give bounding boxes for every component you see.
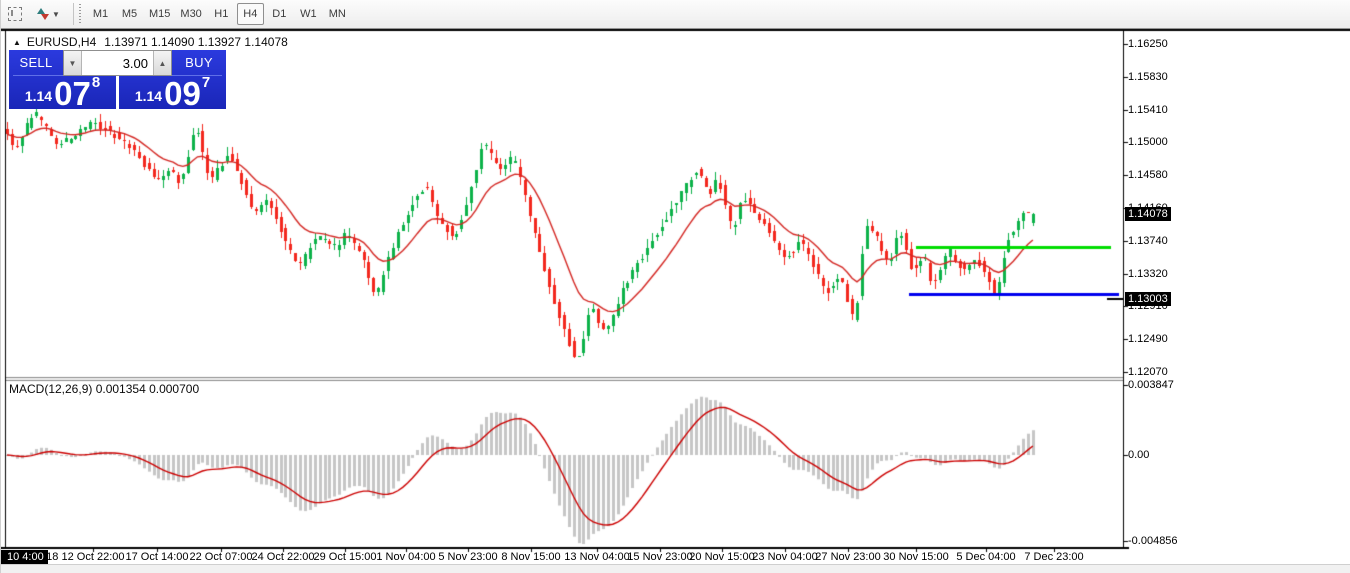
ohlc-values: 1.13971 1.14090 1.13927 1.14078 [104, 35, 288, 49]
buy-price-sup: 7 [202, 74, 210, 91]
time-axis-label: 23 Nov 04:00 [752, 551, 817, 563]
time-axis-label: 7 Dec 23:00 [1024, 551, 1083, 563]
time-axis-label: 30 Nov 15:00 [883, 551, 948, 563]
collapse-arrow-icon[interactable]: ▲ [13, 38, 21, 47]
dashed-box-icon[interactable] [2, 3, 28, 25]
status-bar [1, 564, 1350, 573]
time-axis-label: 22 Oct 07:00 [190, 551, 253, 563]
time-axis-label: 5 Dec 04:00 [956, 551, 1015, 563]
price-axis-label: 1.15410 [1128, 104, 1168, 116]
volume-input[interactable] [82, 51, 153, 75]
sell-price-prefix: 1.14 [25, 88, 52, 104]
time-axis-label: 27 Nov 23:00 [815, 551, 880, 563]
symbol-timeframe-label: EURUSD,H4 [27, 35, 96, 49]
price-axis-label: 1.13320 [1128, 268, 1168, 280]
dropdown-caret-icon: ▼ [52, 10, 60, 19]
macd-axis-label: 0.003847 [1128, 379, 1174, 391]
macd-axis-label: 0.00 [1128, 449, 1149, 461]
mt4-chart-window: ▼ M1M5M15M30H1H4D1W1MN ▲ EURUSD,H4 1.139… [0, 0, 1350, 573]
chart-title: ▲ EURUSD,H4 1.13971 1.14090 1.13927 1.14… [13, 35, 288, 49]
buy-price-display[interactable]: 1.14 09 7 [119, 76, 226, 109]
timeframe-button-m15[interactable]: M15 [145, 3, 174, 25]
price-axis-label: 1.15000 [1128, 136, 1168, 148]
timeframe-button-h1[interactable]: H1 [208, 3, 235, 25]
sell-price-big: 07 [54, 80, 91, 107]
one-click-trading-panel: 1.14 07 8 1.14 09 7 SELL BUY ▼ ▲ [9, 50, 226, 109]
time-axis-label: 29 Oct 15:00 [314, 551, 377, 563]
timeframe-button-m1[interactable]: M1 [87, 3, 114, 25]
toolbar-grip[interactable] [77, 4, 82, 24]
sell-price-sup: 8 [92, 74, 100, 91]
time-axis-label: 1 Nov 04:00 [376, 551, 435, 563]
volume-spinner: ▼ ▲ [63, 50, 172, 76]
price-axis-label: 1.12070 [1128, 366, 1168, 378]
buy-button[interactable]: BUY [172, 50, 226, 75]
arrows-glyph [36, 7, 50, 21]
time-axis-label: 15 Nov 23:00 [627, 551, 692, 563]
price-axis-label: 1.15830 [1128, 71, 1168, 83]
sell-price-display[interactable]: 1.14 07 8 [9, 76, 116, 109]
time-axis-label: 20 Nov 15:00 [689, 551, 754, 563]
time-axis-label: 13 Nov 04:00 [564, 551, 629, 563]
arrows-style-icon[interactable]: ▼ [30, 3, 66, 25]
time-axis-label: 8 Nov 15:00 [501, 551, 560, 563]
buy-price-prefix: 1.14 [135, 88, 162, 104]
macd-axis-label: -0.004856 [1128, 535, 1178, 547]
level-price-tag: 1.13003 [1125, 292, 1171, 306]
buy-price-big: 09 [164, 80, 201, 107]
time-axis-label: 17 Oct 14:00 [126, 551, 189, 563]
price-axis-label: 1.12490 [1128, 333, 1168, 345]
timeframe-button-h4[interactable]: H4 [237, 3, 264, 25]
time-axis-label: 12 Oct 22:00 [62, 551, 125, 563]
time-axis-label: 5 Nov 23:00 [438, 551, 497, 563]
price-axis-label: 1.14580 [1128, 169, 1168, 181]
price-axis-label: 1.13740 [1128, 235, 1168, 247]
dashed-box-glyph [8, 7, 22, 21]
timeframe-button-m5[interactable]: M5 [116, 3, 143, 25]
volume-increase-button[interactable]: ▲ [153, 51, 171, 75]
time-axis-tag: 10 4:00 [1, 550, 48, 564]
timeframe-button-mn[interactable]: MN [324, 3, 351, 25]
volume-decrease-button[interactable]: ▼ [64, 51, 82, 75]
timeframe-buttons: M1M5M15M30H1H4D1W1MN [86, 3, 352, 25]
sell-button[interactable]: SELL [9, 50, 63, 75]
toolbar-separator [73, 3, 74, 25]
pane-splitter[interactable] [6, 376, 1123, 381]
macd-indicator-label: MACD(12,26,9) 0.001354 0.000700 [9, 382, 199, 396]
timeframe-button-d1[interactable]: D1 [266, 3, 293, 25]
timeframe-button-w1[interactable]: W1 [295, 3, 322, 25]
toolbar: ▼ M1M5M15M30H1H4D1W1MN [1, 0, 1350, 28]
time-axis-label: 24 Oct 22:00 [252, 551, 315, 563]
current-price-tag: 1.14078 [1125, 207, 1171, 221]
price-axis-label: 1.16250 [1128, 38, 1168, 50]
timeframe-button-m30[interactable]: M30 [176, 3, 205, 25]
